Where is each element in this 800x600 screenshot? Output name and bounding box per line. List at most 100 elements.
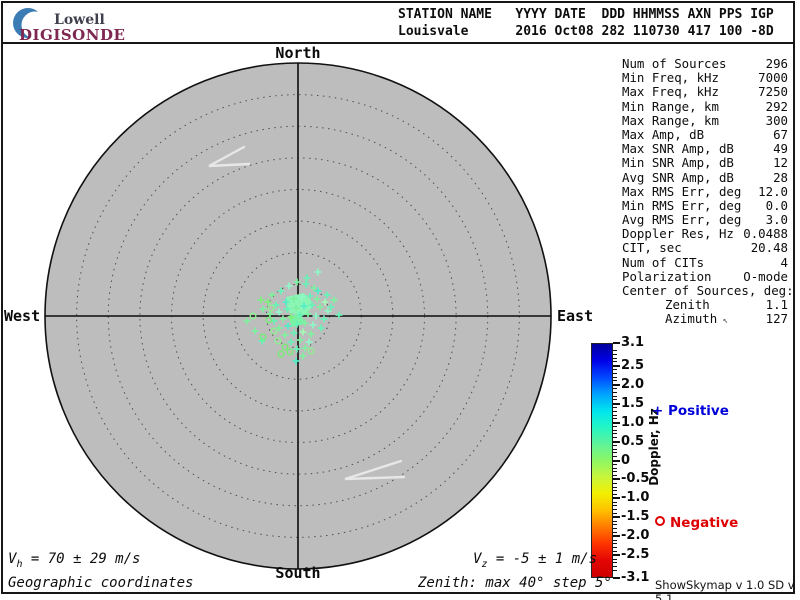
param-value: 49 <box>773 141 788 157</box>
param-value: 292 <box>765 98 788 114</box>
coordinates-note: Geographic coordinates <box>8 575 194 591</box>
param-value: 12 <box>773 155 788 171</box>
compass-north-label: North <box>275 44 321 62</box>
colorbar-minor-tick <box>613 569 617 571</box>
param-label: Max Range, km <box>622 112 719 128</box>
colorbar-minor-tick <box>613 558 617 560</box>
vertical-velocity: Vz = -5 ± 1 m/s <box>473 551 598 570</box>
param-row: Max SNR Amp, dB 49 <box>622 141 788 157</box>
param-row: Min SNR Amp, dB 12 <box>622 156 788 170</box>
colorbar-tick-label: 3.1 <box>621 335 645 350</box>
colorbar-minor-tick <box>613 547 617 549</box>
colorbar-minor-tick <box>613 357 617 359</box>
param-row: Min RMS Err, deg 0.0 <box>622 197 788 213</box>
param-value: 127 <box>765 311 788 327</box>
colorbar-minor-tick <box>613 414 617 416</box>
param-value: 0.0488 <box>743 226 788 242</box>
colorbar-tick-label: 0 <box>621 452 631 468</box>
negative-doppler-legend: Negative <box>655 515 738 531</box>
colorbar-major-tick <box>613 577 620 579</box>
colorbar-minor-tick <box>613 532 617 534</box>
param-label: Max RMS Err, deg <box>622 183 742 199</box>
colorbar-minor-tick <box>613 406 617 408</box>
colorbar-tick-label: 0.5 <box>621 433 645 449</box>
colorbar-minor-tick <box>613 490 617 492</box>
colorbar-tick-label: -0.5 <box>621 471 650 487</box>
colorbar-minor-tick <box>613 550 617 552</box>
colorbar-minor-tick <box>613 444 617 446</box>
param-value: O-mode <box>743 268 788 284</box>
param-row: Avg SNR Amp, dB 28 <box>622 169 788 185</box>
param-row: Num of CITs 4 <box>622 254 788 270</box>
colorbar-tick-label: -3.1 <box>621 570 650 585</box>
colorbar-minor-tick <box>613 418 617 420</box>
colorbar-tick-label: -1.5 <box>621 509 650 525</box>
colorbar-tick-label: -1.0 <box>621 490 650 506</box>
param-label: CIT, sec <box>622 240 682 256</box>
plus-icon: + <box>652 403 664 419</box>
colorbar-minor-tick <box>613 387 617 389</box>
colorbar-minor-tick <box>613 501 617 503</box>
param-value: 300 <box>765 112 788 128</box>
param-label: Max SNR Amp, dB <box>622 141 734 157</box>
colorbar-minor-tick <box>613 562 617 564</box>
doppler-colorbar <box>591 343 613 578</box>
colorbar-major-tick <box>613 364 620 367</box>
param-row: Doppler Res, Hz 0.0488 <box>622 227 788 241</box>
param-row: Max RMS Err, deg 12.0 <box>622 183 788 199</box>
colorbar-major-tick <box>613 554 620 557</box>
colorbar-minor-tick <box>613 467 617 469</box>
colorbar-minor-tick <box>613 437 617 439</box>
param-row: Avg RMS Err, deg 3.0 <box>622 212 788 228</box>
param-label: Avg RMS Err, deg <box>622 212 742 228</box>
colorbar-minor-tick <box>613 425 617 427</box>
param-row: CIT, sec 20.48 <box>622 241 788 255</box>
param-label: Min SNR Amp, dB <box>622 155 734 171</box>
param-value: 1.1 <box>765 297 788 313</box>
colorbar-minor-tick <box>613 429 617 431</box>
param-value: 20.48 <box>750 240 788 256</box>
colorbar-minor-tick <box>613 494 617 496</box>
colorbar-minor-tick <box>613 448 617 450</box>
colorbar-minor-tick <box>613 410 617 412</box>
param-label: Min RMS Err, deg <box>622 197 742 213</box>
colorbar-major-tick <box>613 383 620 386</box>
param-value: 12.0 <box>758 183 788 199</box>
param-row: Center of Sources, deg: <box>622 283 794 298</box>
colorbar-minor-tick <box>613 505 617 507</box>
colorbar-minor-tick <box>613 524 617 526</box>
param-label: Num of Sources <box>622 56 727 71</box>
param-row: Azimuth ↖ 127 <box>622 311 788 327</box>
param-value: 4 <box>780 254 788 270</box>
colorbar-minor-tick <box>613 509 617 511</box>
colorbar-minor-tick <box>613 361 617 363</box>
colorbar-minor-tick <box>613 528 617 530</box>
colorbar-minor-tick <box>613 471 617 473</box>
colorbar-minor-tick <box>613 520 617 522</box>
param-row: Min Freq, kHz 7000 <box>622 70 788 86</box>
circle-icon <box>655 516 665 526</box>
colorbar-minor-tick <box>613 372 617 374</box>
parameters-panel: Num of Sources 296 Min Freq, kHz 7000 Max Fr… <box>622 56 794 327</box>
param-label: Max Amp, dB <box>622 126 705 142</box>
colorbar-major-tick <box>613 440 620 443</box>
azimuth-arrow-icon: ↖ <box>717 316 729 327</box>
param-label: Min Freq, kHz <box>622 70 719 86</box>
param-row: Polarization O-mode <box>622 268 788 284</box>
colorbar-minor-tick <box>613 456 617 458</box>
param-value: 28 <box>773 169 788 185</box>
colorbar-title: Doppler, Hz <box>647 408 661 486</box>
colorbar-major-tick <box>613 342 620 344</box>
horizontal-velocity: Vh = 70 ± 29 m/s <box>8 551 141 570</box>
param-row: Zenith 1.1 <box>622 297 788 313</box>
colorbar-minor-tick <box>613 543 617 545</box>
colorbar-minor-tick <box>613 399 617 401</box>
colorbar-minor-tick <box>613 433 617 435</box>
param-label: Center of Sources, deg: <box>622 283 794 298</box>
colorbar-minor-tick <box>613 380 617 382</box>
compass-west-label: West <box>4 307 41 325</box>
colorbar-major-tick <box>613 478 620 481</box>
param-label: Doppler Res, Hz <box>622 226 734 242</box>
colorbar-minor-tick <box>613 539 617 541</box>
colorbar-major-tick <box>613 535 620 538</box>
